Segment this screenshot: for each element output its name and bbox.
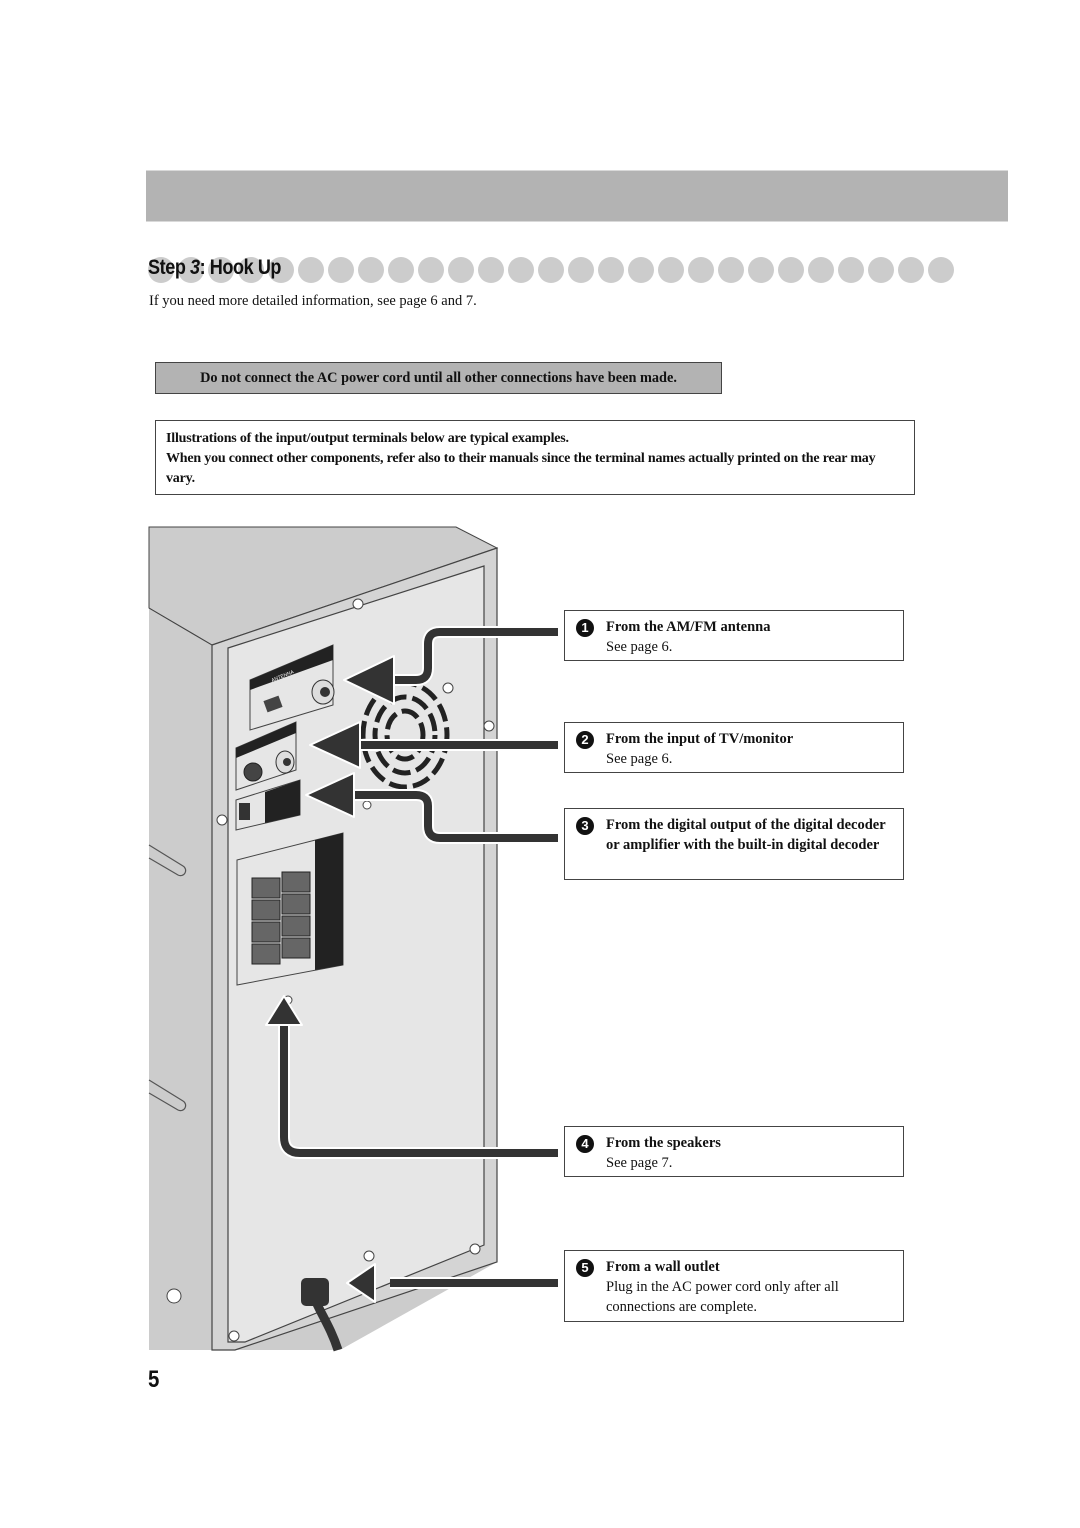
screw [483, 720, 495, 732]
speaker-terminal [281, 915, 311, 937]
svideo-jack [243, 762, 263, 782]
callout-digital-decoder: 3 From the digital output of the digital… [564, 808, 904, 880]
callout-body: Plug in the AC power cord only after all… [606, 1279, 839, 1315]
speaker-label-band [315, 833, 343, 970]
callout-tv-monitor: 2 From the input of TV/monitor See page … [564, 722, 904, 773]
speaker-terminal [251, 943, 281, 965]
speaker-terminal [281, 871, 311, 893]
screw [363, 1250, 375, 1262]
callout-title: From the input of TV/monitor [606, 731, 794, 747]
screw [362, 800, 372, 810]
callout-title: From the AM/FM antenna [606, 619, 771, 635]
callout-body: See page 6. [606, 639, 673, 655]
number-badge: 5 [576, 1259, 594, 1277]
callout-body: See page 7. [606, 1155, 673, 1171]
screw [166, 1288, 182, 1304]
screw [352, 598, 364, 610]
rear-panel-illustration: ANTENNA [148, 526, 558, 1352]
callout-wall-outlet: 5 From a wall outlet Plug in the AC powe… [564, 1250, 904, 1322]
speaker-terminal [251, 899, 281, 921]
number-badge: 2 [576, 731, 594, 749]
number-badge: 3 [576, 817, 594, 835]
screw [216, 814, 228, 826]
callout-title: From a wall outlet [606, 1259, 720, 1275]
callout-title: From the speakers [606, 1135, 721, 1151]
callout-title: From the digital output of the digital d… [606, 817, 886, 853]
power-plug [301, 1278, 329, 1306]
page-number: 5 [148, 1366, 160, 1393]
screw [442, 682, 454, 694]
speaker-terminal [251, 877, 281, 899]
screw [228, 1330, 240, 1342]
callout-antenna: 1 From the AM/FM antenna See page 6. [564, 610, 904, 661]
speaker-terminal [281, 937, 311, 959]
callout-body: See page 6. [606, 751, 673, 767]
callout-speakers: 4 From the speakers See page 7. [564, 1126, 904, 1177]
speaker-terminal [251, 921, 281, 943]
number-badge: 1 [576, 619, 594, 637]
number-badge: 4 [576, 1135, 594, 1153]
speaker-terminal [281, 893, 311, 915]
optical-jack [239, 803, 250, 820]
screw [469, 1243, 481, 1255]
